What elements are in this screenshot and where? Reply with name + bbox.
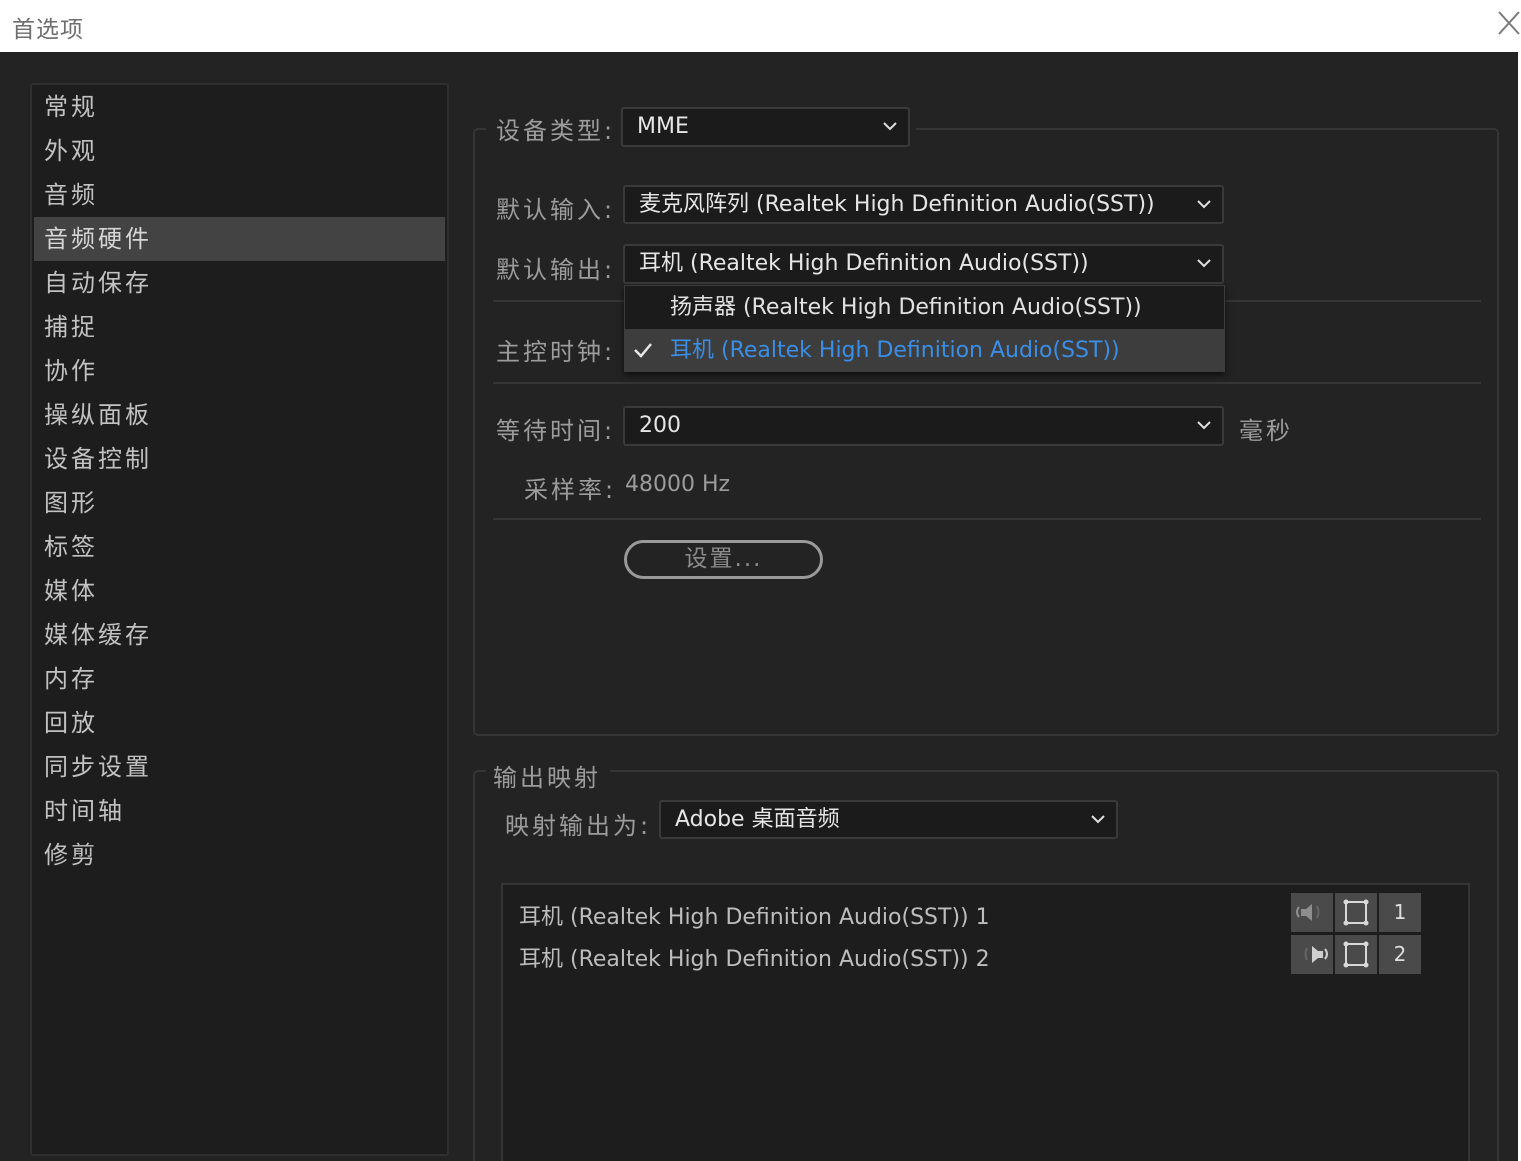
sidebar-item-labels[interactable]: 标签 bbox=[34, 525, 445, 569]
channel-row-label: 耳机 (Realtek High Definition Audio(SST)) … bbox=[519, 947, 990, 972]
popup-option-headphones[interactable]: 耳机 (Realtek High Definition Audio(SST)) bbox=[625, 329, 1224, 372]
chevron-down-icon bbox=[1197, 421, 1211, 430]
close-icon[interactable] bbox=[1497, 10, 1521, 36]
sidebar-item-timeline[interactable]: 时间轴 bbox=[34, 789, 445, 833]
frame-icon[interactable] bbox=[1335, 935, 1377, 974]
settings-button[interactable]: 设置... bbox=[624, 540, 823, 579]
divider bbox=[493, 518, 1481, 520]
checkmark-icon bbox=[634, 343, 652, 358]
latency-unit: 毫秒 bbox=[1239, 417, 1293, 445]
sidebar-item-graphics[interactable]: 图形 bbox=[34, 481, 445, 525]
divider bbox=[493, 382, 1481, 384]
map-output-label: 映射输出为: bbox=[505, 812, 652, 840]
channel-number-badge: 1 bbox=[1379, 893, 1421, 932]
right-speaker-icon[interactable] bbox=[1291, 935, 1333, 974]
sidebar-item-control-surface[interactable]: 操纵面板 bbox=[34, 393, 445, 437]
map-output-value: Adobe 桌面音频 bbox=[675, 807, 840, 832]
sidebar-item-media[interactable]: 媒体 bbox=[34, 569, 445, 613]
sidebar-item-playback[interactable]: 回放 bbox=[34, 701, 445, 745]
sidebar-item-media-cache[interactable]: 媒体缓存 bbox=[34, 613, 445, 657]
default-input-dropdown[interactable]: 麦克风阵列 (Realtek High Definition Audio(SST… bbox=[623, 185, 1224, 224]
popup-option-label: 耳机 (Realtek High Definition Audio(SST)) bbox=[670, 338, 1120, 363]
default-input-label: 默认输入: bbox=[496, 196, 616, 224]
popup-option-speakers[interactable]: 扬声器 (Realtek High Definition Audio(SST)) bbox=[625, 286, 1224, 329]
output-mapping-title: 输出映射 bbox=[493, 764, 601, 792]
default-input-value: 麦克风阵列 (Realtek High Definition Audio(SST… bbox=[639, 192, 1155, 217]
device-type-label: 设备类型: bbox=[496, 117, 616, 145]
master-clock-label: 主控时钟: bbox=[496, 338, 616, 366]
default-output-value: 耳机 (Realtek High Definition Audio(SST)) bbox=[639, 251, 1089, 276]
popup-option-label: 扬声器 (Realtek High Definition Audio(SST)) bbox=[670, 295, 1142, 320]
sample-rate-label: 采样率: bbox=[524, 476, 617, 504]
sidebar-item-memory[interactable]: 内存 bbox=[34, 657, 445, 701]
chevron-down-icon bbox=[1197, 200, 1211, 209]
title-bar: 首选项 bbox=[0, 0, 1521, 52]
sidebar-item-sync-settings[interactable]: 同步设置 bbox=[34, 745, 445, 789]
chevron-down-icon bbox=[883, 122, 897, 131]
sample-rate-value: 48000 Hz bbox=[625, 472, 731, 497]
sidebar-item-general[interactable]: 常规 bbox=[34, 85, 445, 129]
default-output-label: 默认输出: bbox=[496, 256, 616, 284]
chevron-down-icon bbox=[1091, 815, 1105, 824]
latency-value: 200 bbox=[639, 413, 681, 438]
sidebar-item-trim[interactable]: 修剪 bbox=[34, 833, 445, 877]
preferences-sidebar: 常规 外观 音频 音频硬件 自动保存 捕捉 协作 操纵面板 设备控制 图形 标签… bbox=[30, 83, 449, 1156]
latency-dropdown[interactable]: 200 bbox=[623, 406, 1224, 446]
default-output-popup: 扬声器 (Realtek High Definition Audio(SST))… bbox=[624, 285, 1225, 372]
latency-label: 等待时间: bbox=[496, 417, 616, 445]
device-type-dropdown[interactable]: MME bbox=[621, 107, 910, 147]
sidebar-item-audio[interactable]: 音频 bbox=[34, 173, 445, 217]
channel-mapping-list: 耳机 (Realtek High Definition Audio(SST)) … bbox=[501, 883, 1470, 1161]
channel-number-badge: 2 bbox=[1379, 935, 1421, 974]
device-type-value: MME bbox=[637, 114, 689, 139]
window-title: 首选项 bbox=[12, 17, 84, 43]
frame-icon[interactable] bbox=[1335, 893, 1377, 932]
sidebar-item-auto-save[interactable]: 自动保存 bbox=[34, 261, 445, 305]
channel-row-label: 耳机 (Realtek High Definition Audio(SST)) … bbox=[519, 905, 990, 930]
chevron-down-icon bbox=[1197, 259, 1211, 268]
default-output-dropdown[interactable]: 耳机 (Realtek High Definition Audio(SST)) bbox=[623, 244, 1224, 284]
sidebar-item-device-control[interactable]: 设备控制 bbox=[34, 437, 445, 481]
left-speaker-icon[interactable] bbox=[1291, 893, 1333, 932]
sidebar-item-collaboration[interactable]: 协作 bbox=[34, 349, 445, 393]
sidebar-item-appearance[interactable]: 外观 bbox=[34, 129, 445, 173]
sidebar-item-capture[interactable]: 捕捉 bbox=[34, 305, 445, 349]
map-output-dropdown[interactable]: Adobe 桌面音频 bbox=[659, 800, 1118, 839]
sidebar-item-audio-hardware[interactable]: 音频硬件 bbox=[34, 217, 445, 261]
